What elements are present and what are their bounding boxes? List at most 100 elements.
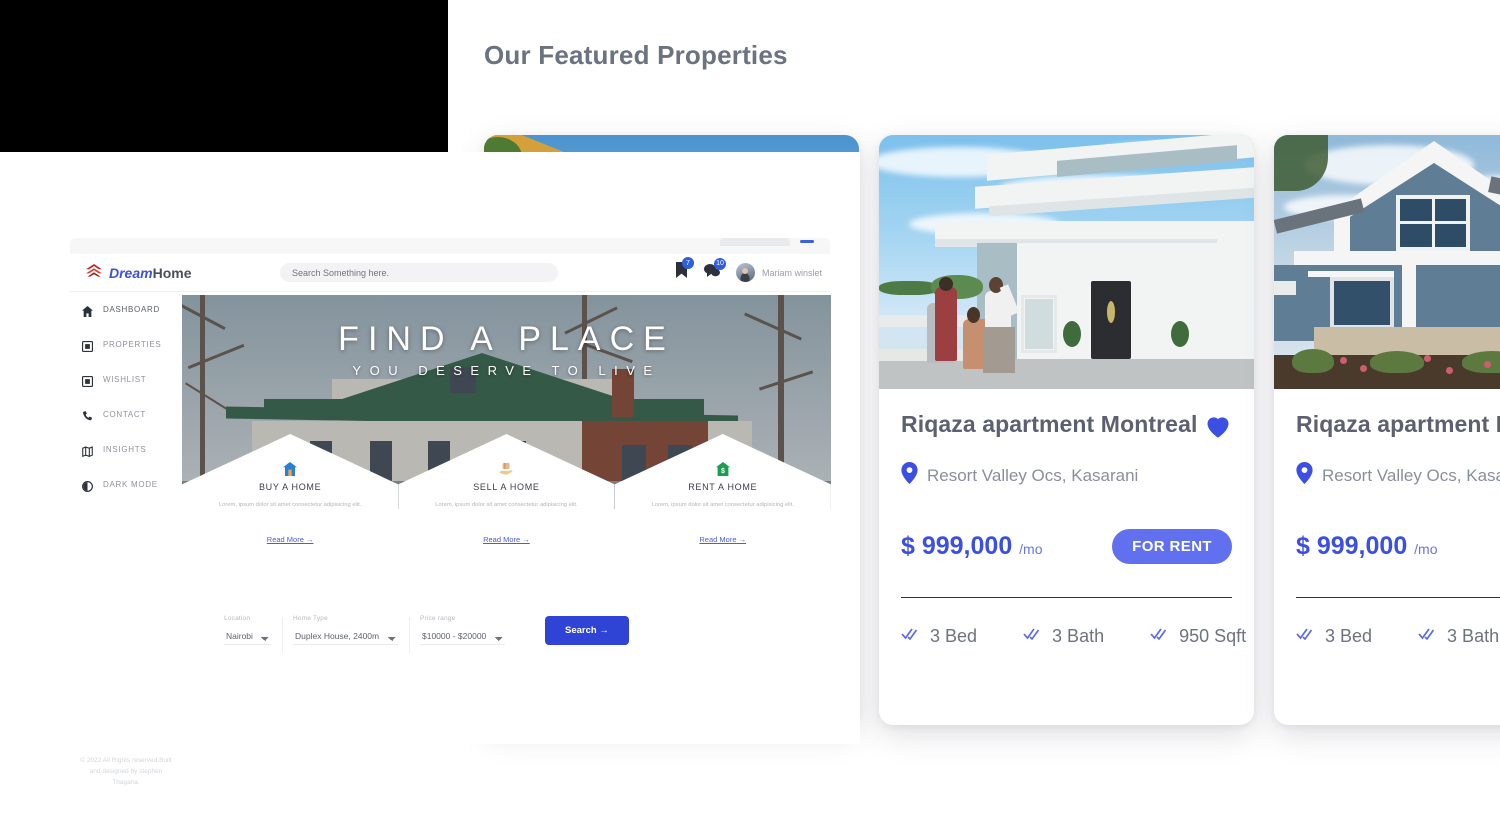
half-moon-icon — [82, 479, 93, 492]
sidebar-item-label: INSIGHTS — [103, 445, 147, 454]
action-card-desc: Lorem, ipsum dolor sit amet consectetur … — [435, 502, 578, 508]
read-more-link[interactable]: Read More → — [182, 535, 398, 544]
action-card-title: RENT A HOME — [688, 482, 758, 492]
sidebar-item-dark-mode[interactable]: DARK MODE — [70, 467, 182, 502]
property-specs: 3 Bed 3 Bath 950 Sqft — [901, 626, 1246, 647]
action-card-desc: Lorem, ipsum dolor sit amet consectetur … — [218, 502, 362, 508]
dashboard-topbar: DreamHome 7 10 Mariam w — [70, 254, 830, 292]
property-location: Resort Valley Ocs, Kasarani — [927, 465, 1139, 485]
logo-plain-word: Home — [152, 264, 192, 281]
hand-house-icon — [499, 462, 513, 476]
divider — [1296, 597, 1500, 598]
sidebar-item-dashboard[interactable]: DASHBOARD — [70, 292, 182, 327]
sidebar-item-insights[interactable]: INSIGHTS — [70, 432, 182, 467]
check-icon — [1296, 627, 1314, 646]
property-title: Riqaza apartment Montreal — [1296, 411, 1500, 437]
hero-subtitle: YOU DESERVE TO LIVE — [352, 363, 661, 378]
avatar — [735, 263, 755, 282]
property-location: Resort Valley Ocs, Kasarani — [1322, 465, 1500, 485]
property-price: $ 999,000 /mo — [901, 532, 1043, 560]
black-backdrop-block — [0, 0, 448, 152]
logo-accent-word: Dream — [109, 264, 153, 281]
price-range-select[interactable]: $10000 - $20000 — [420, 628, 505, 645]
bookmark-badge: 7 — [681, 257, 694, 269]
sidebar-item-label: CONTACT — [103, 410, 146, 419]
status-badge[interactable]: FOR RENT — [1112, 529, 1232, 564]
sidebar-item-label: DASHBOARD — [103, 305, 160, 314]
app-logo[interactable]: DreamHome — [86, 263, 192, 282]
spec-item: 3 Bed — [1296, 626, 1372, 647]
footer-credit: © 2022 All Rights reserved.Built and des… — [80, 757, 172, 787]
map-pin-icon — [901, 462, 918, 489]
map-icon — [82, 444, 93, 458]
hero-title: FIND A PLACE — [338, 320, 675, 358]
property-specs: 3 Bed 3 Bath 950 Sqft — [1296, 626, 1500, 647]
read-more-link[interactable]: Read More → — [615, 535, 831, 544]
app-logo-label: DreamHome — [109, 265, 192, 281]
sidebar-item-label: DARK MODE — [103, 480, 158, 489]
check-icon — [1150, 627, 1168, 646]
house-dollar-green-icon: $ — [715, 462, 730, 476]
sidebar-item-wishlist[interactable]: WISHLIST — [70, 362, 182, 397]
property-title: Riqaza apartment Montreal — [901, 411, 1198, 437]
user-profile-chip[interactable]: Mariam winslet — [735, 263, 822, 282]
action-cards-row: BUY A HOME Lorem, ipsum dolor sit amet c… — [182, 434, 831, 554]
sidebar-item-label: PROPERTIES — [103, 340, 162, 349]
action-card-sell[interactable]: SELL A HOME Lorem, ipsum dolor sit amet … — [398, 434, 615, 554]
svg-text:$: $ — [721, 468, 725, 475]
property-photo — [879, 135, 1254, 389]
heart-icon[interactable] — [1204, 413, 1232, 444]
dashboard-main: FIND A PLACE YOU DESERVE TO LIVE BUY A H… — [182, 295, 831, 820]
browser-tab[interactable] — [720, 238, 790, 246]
read-more-link[interactable]: Read More → — [398, 535, 614, 544]
spec-item: 3 Bath — [1418, 626, 1499, 647]
action-card-desc: Lorem, ipsum dolor sit amet consectetur … — [651, 502, 794, 508]
location-select[interactable]: Nairobi — [224, 628, 271, 645]
home-type-select[interactable]: Duplex House, 2400m — [293, 628, 398, 645]
spec-label: 950 Sqft — [1179, 626, 1247, 646]
property-card[interactable]: Riqaza apartment Montreal Resort Valley … — [879, 135, 1254, 725]
map-pin-icon — [1296, 462, 1313, 489]
property-photo — [1274, 135, 1500, 389]
chat-bubble-icon[interactable]: 10 — [703, 257, 726, 283]
bookmark-icon[interactable]: 7 — [675, 257, 694, 283]
topbar-actions: 7 10 Mariam winslet — [675, 257, 822, 283]
spec-label: 3 Bed — [930, 626, 978, 646]
property-card-body: Riqaza apartment Montreal Resort Valley … — [1274, 389, 1500, 647]
field-home-type: Home Type Duplex House, 2400m — [293, 615, 420, 653]
search-button[interactable]: Search → — [545, 615, 629, 645]
sidebar-item-properties[interactable]: PROPERTIES — [70, 327, 182, 362]
spec-item: 3 Bed — [901, 626, 977, 647]
field-price-range: Price range $10000 - $20000 — [420, 615, 527, 645]
spec-label: 3 Bed — [1325, 626, 1373, 646]
spec-item: 950 Sqft — [1150, 626, 1246, 647]
field-label: Home Type — [293, 615, 328, 622]
chevron-stack-logo-icon — [86, 263, 102, 282]
building-icon — [81, 339, 94, 353]
sidebar: DASHBOARD PROPERTIES WISHLIST CONTACT IN… — [70, 292, 182, 682]
action-card-rent[interactable]: $ RENT A HOME Lorem, ipsum dolor sit ame… — [614, 434, 831, 554]
field-location: Location Nairobi — [224, 615, 293, 653]
divider — [901, 597, 1232, 598]
sidebar-item-contact[interactable]: CONTACT — [70, 397, 182, 432]
chat-badge: 10 — [713, 257, 726, 270]
screenshot-stage: Our Featured Properties Riqaza apartment… — [0, 0, 1500, 821]
browser-chrome-bar — [70, 238, 830, 254]
property-card-body: Riqaza apartment Montreal Resort Valley … — [879, 389, 1254, 647]
sidebar-item-label: WISHLIST — [103, 375, 147, 384]
property-card[interactable]: Riqaza apartment Montreal Resort Valley … — [1274, 135, 1500, 725]
search-input[interactable] — [280, 263, 558, 282]
dashboard-window: DreamHome 7 10 Mariam w — [0, 152, 860, 786]
phone-icon — [82, 409, 93, 421]
spec-label: 3 Bath — [1447, 626, 1500, 646]
spec-label: 3 Bath — [1052, 626, 1105, 646]
check-icon — [901, 627, 919, 646]
page-title: Our Featured Properties — [484, 40, 788, 70]
check-icon — [1418, 627, 1436, 646]
check-icon — [1023, 627, 1041, 646]
house-blue-icon — [283, 462, 298, 476]
field-label: Price range — [420, 615, 456, 622]
action-card-title: SELL A HOME — [473, 482, 540, 492]
action-card-buy[interactable]: BUY A HOME Lorem, ipsum dolor sit amet c… — [182, 434, 399, 554]
user-name: Mariam winslet — [761, 267, 822, 278]
